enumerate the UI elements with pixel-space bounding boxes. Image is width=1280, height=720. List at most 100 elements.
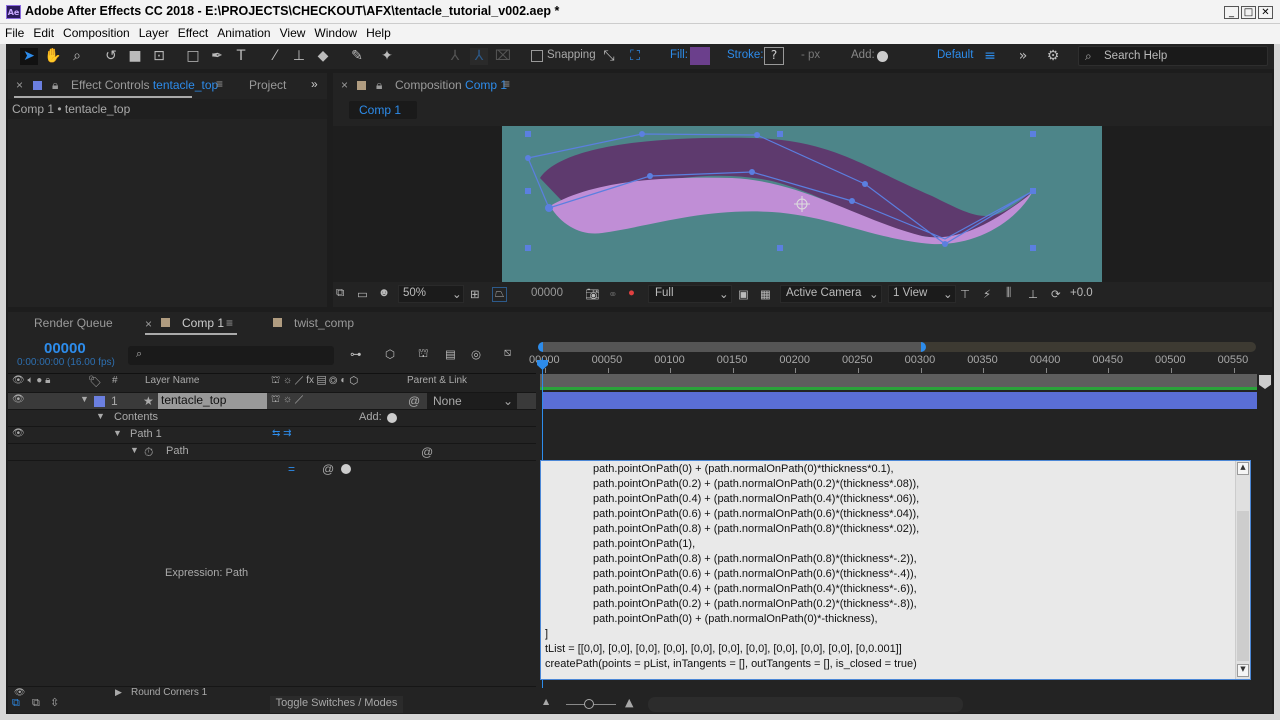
expand-arrow-icon[interactable]: ▼ [130, 445, 139, 455]
eraser-tool-icon[interactable]: ◆ [314, 48, 332, 65]
current-time[interactable]: 00000 [531, 287, 563, 299]
modes-pane-icon[interactable]: ⧉ [32, 696, 40, 710]
close-tab-icon[interactable]: × [341, 78, 348, 92]
column-parent[interactable]: Parent & Link [407, 375, 467, 386]
pan-behind-tool-icon[interactable]: ⊡ [150, 48, 168, 65]
expand-arrow-icon[interactable]: ▶ [115, 687, 122, 696]
zoom-tool-icon[interactable]: ⌕ [68, 48, 86, 65]
stroke-color-swatch[interactable]: ? [764, 47, 784, 65]
add-menu-icon[interactable] [387, 413, 397, 423]
channel-icon[interactable]: ● [628, 287, 635, 299]
horizontal-scrollbar[interactable] [648, 697, 963, 712]
toggle-switches-modes-button[interactable]: Toggle Switches / Modes [270, 696, 403, 713]
camera-tool-icon[interactable]: ■ [126, 48, 144, 65]
add-menu-icon[interactable] [877, 51, 888, 62]
transparency-grid-icon[interactable]: ▦ [760, 287, 771, 301]
effect-controls-tab[interactable]: Effect Controls tentacle_top [71, 78, 218, 92]
sync-settings-icon[interactable]: ⚙ [1044, 48, 1062, 65]
menu-layer[interactable]: Layer [134, 24, 173, 40]
column-layer-name[interactable]: Layer Name [145, 375, 199, 386]
stroke-width[interactable]: - px [801, 49, 820, 61]
world-axis-icon[interactable]: ⅄ [470, 48, 488, 65]
comp-subtab[interactable]: Comp 1 [349, 101, 417, 119]
code-line[interactable]: path.pointOnPath(0.2) + (path.normalOnPa… [593, 478, 919, 490]
rotate-tool-icon[interactable]: ↺ [102, 48, 120, 65]
roto-brush-tool-icon[interactable]: ✎ [348, 48, 366, 65]
brush-tool-icon[interactable]: ⁄ [266, 48, 284, 65]
zoom-in-icon[interactable]: ▲ [625, 696, 633, 709]
panel-menu-icon[interactable]: ≡ [503, 77, 510, 91]
pick-whip-icon[interactable]: @ [421, 445, 433, 459]
type-tool-icon[interactable]: T [232, 48, 250, 65]
maximize-button[interactable]: □ [1241, 6, 1256, 19]
close-button[interactable]: ✕ [1258, 6, 1273, 19]
pen-tool-icon[interactable]: ✒ [208, 48, 226, 65]
code-line[interactable]: path.pointOnPath(0) + (path.normalOnPath… [593, 463, 894, 475]
code-line[interactable]: path.pointOnPath(0.2) + (path.normalOnPa… [593, 598, 917, 610]
time-navigator-range[interactable] [538, 342, 926, 352]
tab-render-queue[interactable]: Render Queue [34, 316, 113, 330]
layer-row[interactable]: 👁︎ ▼ 1 ★ tentacle_top ⛫ ☼ ⟋ @ None ⌄ [8, 392, 536, 409]
toggle-mask-path-icon[interactable]: ⏢ [492, 287, 508, 302]
puppet-pin-tool-icon[interactable]: ✦ [378, 48, 396, 65]
panel-menu-icon[interactable]: ≡ [226, 316, 233, 330]
editor-scrollbar[interactable]: ▲ ▼ [1235, 461, 1250, 679]
graph-editor-icon[interactable]: ⧅ [504, 347, 511, 360]
local-axis-icon[interactable]: ⅄ [446, 48, 464, 65]
region-of-interest-icon[interactable]: ▣ [738, 287, 749, 301]
workspace-menu-icon[interactable]: ≡ [981, 48, 999, 65]
work-area-bar[interactable] [540, 374, 1257, 387]
composition-mini-flowchart-icon[interactable]: ⊶ [350, 347, 362, 361]
tab-twist-comp[interactable]: twist_comp [294, 316, 354, 330]
code-line[interactable]: path.pointOnPath(0.6) + (path.normalOnPa… [593, 568, 917, 580]
tab-comp-1[interactable]: Comp 1 [182, 316, 224, 330]
layer-duration-bar[interactable] [543, 392, 1257, 409]
layer-label-color[interactable] [94, 396, 105, 407]
menu-file[interactable]: File [0, 24, 28, 40]
reset-exposure-icon[interactable]: ⟳ [1051, 287, 1061, 301]
expression-pickwhip-icon[interactable]: @ [322, 462, 334, 476]
expand-arrow-icon[interactable]: ▼ [96, 411, 105, 421]
contents-row[interactable]: ▼ Contents Add: [8, 409, 536, 426]
scroll-up-icon[interactable]: ▲ [1237, 462, 1249, 475]
zoom-slider-thumb[interactable] [584, 699, 594, 709]
pick-whip-icon[interactable]: @ [408, 394, 420, 408]
expression-language-menu-icon[interactable] [341, 464, 351, 474]
pixel-aspect-icon[interactable]: ⊤ [960, 287, 970, 301]
show-snapshot-icon[interactable]: ⚭ [608, 287, 618, 301]
magnification-dropdown[interactable]: 50% ⌄ [398, 285, 464, 303]
menu-help[interactable]: Help [361, 24, 395, 40]
in-out-pane-icon[interactable]: ⇳ [50, 696, 59, 709]
layer-name[interactable]: tentacle_top [158, 393, 267, 409]
lock-icon[interactable]: 🔒︎ [52, 78, 58, 93]
expression-editor[interactable]: path.pointOnPath(0) + (path.normalOnPath… [540, 460, 1251, 680]
code-line[interactable]: path.pointOnPath(0.4) + (path.normalOnPa… [593, 583, 917, 595]
expand-arrow-icon[interactable]: ▼ [80, 394, 89, 404]
panel-menu-icon[interactable]: ≡ [216, 77, 223, 91]
fast-previews-icon[interactable]: ⚡︎ [983, 287, 991, 301]
timeline-timecode[interactable]: 00000 [44, 340, 86, 357]
motion-blur-icon[interactable]: ◎ [471, 347, 481, 361]
more-workspaces-icon[interactable]: » [1014, 48, 1032, 65]
lock-icon[interactable]: 🔒︎ [376, 78, 382, 93]
code-line[interactable]: ] [545, 628, 548, 640]
snap-bounds-icon[interactable]: ⛶ [626, 48, 644, 65]
clone-stamp-tool-icon[interactable]: ⊥ [290, 48, 308, 65]
composition-viewer[interactable] [502, 126, 1102, 282]
zoom-out-icon[interactable]: ▲ [543, 697, 549, 706]
code-line[interactable]: path.pointOnPath(1), [593, 538, 695, 550]
selection-tool-icon[interactable]: ➤ [20, 48, 38, 65]
layer-switches-pane-icon[interactable]: ⧉ [12, 696, 20, 710]
resolution-dropdown[interactable]: Full ⌄ [648, 285, 732, 303]
stopwatch-icon[interactable]: ⏱︎ [144, 445, 153, 460]
search-help-input[interactable]: ⌕ Search Help [1078, 46, 1268, 66]
expression-enable-icon[interactable]: = [288, 462, 295, 476]
menu-window[interactable]: Window [309, 24, 361, 40]
layer-switches[interactable]: ⛫ ☼ ⟋ [271, 394, 304, 407]
shy-layers-icon[interactable]: ⛫ [418, 347, 429, 362]
path-row[interactable]: ▼ ⏱︎ Path @ [8, 443, 536, 460]
flowchart-icon[interactable]: ⊥ [1028, 287, 1038, 301]
menu-effect[interactable]: Effect [173, 24, 212, 40]
path1-row[interactable]: 👁︎ ▼ Path 1 ⇆ ⇉ [8, 426, 536, 443]
expand-arrow-icon[interactable]: ▼ [113, 428, 122, 438]
